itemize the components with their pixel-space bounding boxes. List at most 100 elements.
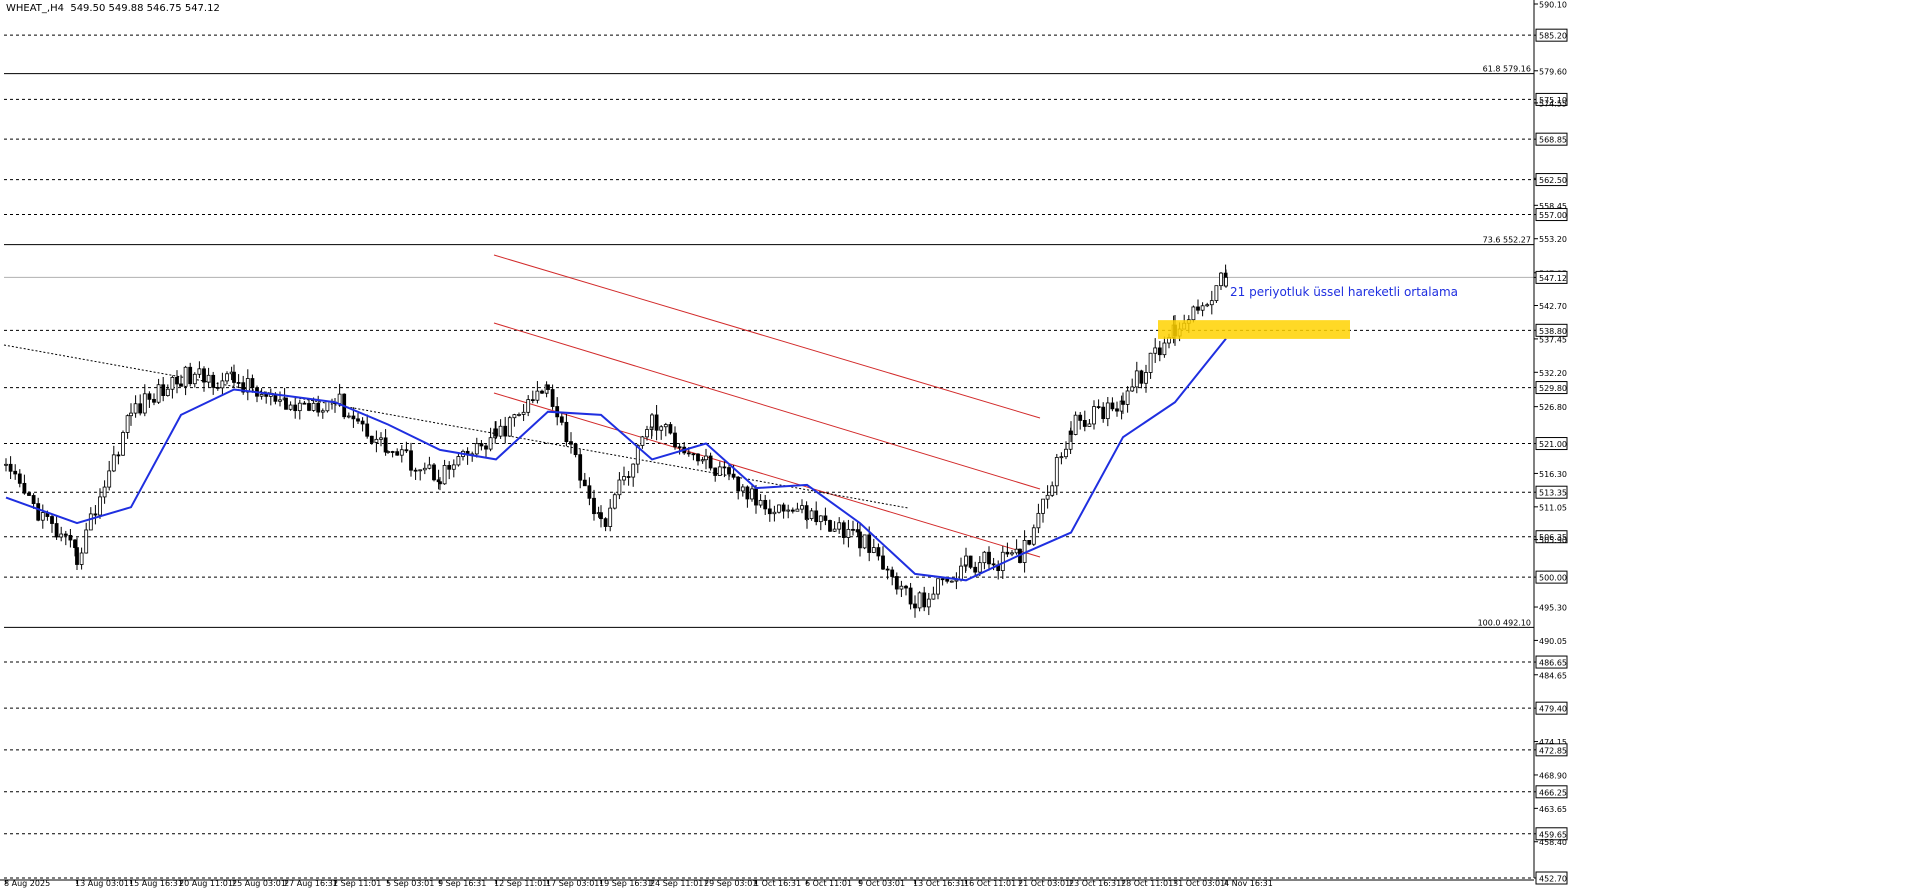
candle-body xyxy=(383,437,388,453)
candle-body xyxy=(772,511,777,515)
candle-body xyxy=(307,403,311,411)
candle-body xyxy=(278,399,282,402)
candle-body xyxy=(1191,306,1196,321)
candle-body xyxy=(422,467,427,471)
candle-body xyxy=(1157,347,1162,356)
candle-body xyxy=(599,512,603,520)
candle-body xyxy=(4,463,8,466)
candle-body xyxy=(494,428,498,437)
price-tick-label: 553.20 xyxy=(1539,235,1567,244)
candle-body xyxy=(582,479,587,487)
candle-body xyxy=(578,454,583,481)
candle-body xyxy=(535,390,540,401)
candle-body xyxy=(763,499,768,510)
candle-body xyxy=(722,466,727,469)
candle-body xyxy=(1148,352,1153,373)
candle-body xyxy=(22,482,27,494)
candle-body xyxy=(795,508,800,512)
candle-body xyxy=(1031,527,1036,545)
candle-body xyxy=(1200,305,1205,311)
candle-body xyxy=(814,510,819,523)
time-label: 9 Oct 03:01 xyxy=(858,879,905,888)
candle-body xyxy=(945,578,950,582)
candle-body xyxy=(175,377,179,385)
candle-body xyxy=(1078,414,1083,421)
candle-body xyxy=(1125,390,1130,405)
candle-body xyxy=(1144,372,1148,384)
candle-body xyxy=(973,566,978,573)
candle-body xyxy=(68,534,73,541)
candle-body xyxy=(192,373,197,385)
candle-body xyxy=(250,378,255,389)
time-label: 25 Aug 03:01 xyxy=(232,879,286,888)
candle-body xyxy=(236,382,241,384)
candle-body xyxy=(750,488,754,500)
candle-body xyxy=(374,438,379,443)
candle-body xyxy=(399,449,404,456)
candle-body xyxy=(521,411,526,415)
candle-body xyxy=(1069,430,1073,435)
candle-body xyxy=(316,402,321,413)
candle-body xyxy=(862,534,867,549)
price-tick-label: 532.20 xyxy=(1539,369,1567,378)
ema-annotation: 21 periyotluk üssel hareketli ortalama xyxy=(1230,285,1458,299)
candle-body xyxy=(75,547,79,565)
candle-body xyxy=(488,437,493,450)
candle-body xyxy=(197,368,202,375)
candle-body xyxy=(790,509,795,512)
candle-body xyxy=(781,504,786,512)
chart-canvas: 61.8 579.16 73.6 552.27 100.0 492.10 590.1… xyxy=(0,0,1916,888)
price-tick-label: 516.30 xyxy=(1539,470,1567,479)
candle-body xyxy=(1196,306,1200,311)
time-label: 13 Oct 16:31 xyxy=(913,879,965,888)
candle-body xyxy=(17,473,22,484)
candle-body xyxy=(1036,512,1041,529)
candle-body xyxy=(40,512,45,521)
candle-body xyxy=(550,389,555,407)
candle-body xyxy=(1115,408,1119,412)
candle-body xyxy=(1134,370,1139,388)
candle-body xyxy=(828,520,832,532)
candle-body xyxy=(677,446,682,449)
candle-body xyxy=(745,486,750,500)
candle-body xyxy=(731,473,736,478)
candle-body xyxy=(498,425,503,437)
price-label: 521.00 xyxy=(1539,440,1567,449)
time-label: 17 Sep 03:01 xyxy=(546,879,599,888)
price-tick-label: 490.05 xyxy=(1539,637,1567,646)
candle-body xyxy=(297,402,302,412)
candle-body xyxy=(133,403,138,414)
price-label: 513.35 xyxy=(1539,489,1567,498)
candle-body xyxy=(1101,406,1106,420)
candle-body xyxy=(704,455,708,461)
candle-body xyxy=(302,402,307,405)
time-label: 16 Oct 11:01 xyxy=(964,879,1016,888)
candle-body xyxy=(727,467,731,475)
candle-body xyxy=(777,504,781,513)
candle-body xyxy=(474,443,479,455)
candle-body xyxy=(125,415,130,433)
candle-body xyxy=(88,513,93,531)
candle-body xyxy=(569,441,573,445)
candle-body xyxy=(456,456,461,466)
candle-body xyxy=(603,518,608,527)
fib-level-label: 73.6 552.27 xyxy=(1483,236,1531,245)
candle-body xyxy=(1064,448,1068,458)
candle-body xyxy=(1110,402,1115,410)
candle-body xyxy=(245,378,250,393)
candle-body xyxy=(1162,342,1167,356)
candle-body xyxy=(13,470,18,475)
candle-body xyxy=(484,445,488,450)
candle-body xyxy=(98,496,102,516)
candle-body xyxy=(320,410,325,413)
symbol-header: WHEAT_,H4 549.50 549.88 546.75 547.12 xyxy=(6,3,220,14)
candle-body xyxy=(922,592,927,608)
price-tick-label: 463.65 xyxy=(1539,805,1567,814)
price-label: 479.40 xyxy=(1539,705,1567,714)
candle-body xyxy=(832,528,837,532)
candle-body xyxy=(356,418,360,422)
ohlc-values: 549.50 549.88 546.75 547.12 xyxy=(70,3,220,14)
candle-body xyxy=(1209,300,1214,306)
candle-body xyxy=(894,576,899,590)
time-label: 19 Sep 16:31 xyxy=(599,879,652,888)
